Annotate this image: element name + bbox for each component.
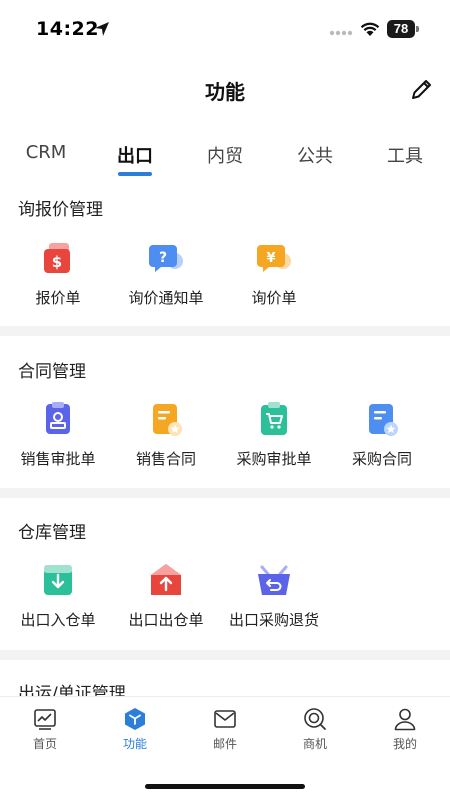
grid-label: 询价单 [251,289,297,307]
category-tabs: CRM 出口 内贸 公共 工具 [0,136,450,180]
active-tab-indicator [118,172,152,176]
chart-monitor-icon [34,709,56,730]
nav-item-home[interactable]: 首页 [0,707,90,757]
grid-label: 出口出仓单 [128,611,204,629]
return-basket-icon [258,565,290,595]
battery-cap [416,26,419,32]
arrow-down-box-icon [44,565,72,595]
nav-label: 邮件 [212,737,237,751]
nav-item-me[interactable]: 我的 [360,707,450,757]
tab-tools[interactable]: 工具 [382,142,428,168]
svg-text:$: $ [52,253,62,271]
dollar-doc-icon: $ [44,243,70,273]
tab-public[interactable]: 公共 [292,142,338,168]
grid-label: 销售审批单 [20,450,96,468]
section-title-warehouse: 仓库管理 [18,523,86,543]
nav-item-mail[interactable]: 邮件 [180,707,270,757]
grid-item-purchase-approval[interactable]: 采购审批单 [218,402,330,482]
page-title: 功能 [205,80,245,104]
grid-label: 询价通知单 [128,289,204,307]
nav-label: 首页 [32,737,57,751]
section-divider [0,488,450,498]
tab-crm[interactable]: CRM [22,142,70,163]
cellular-signal-icon [329,30,353,36]
status-time: 14:22 [36,18,99,40]
grid-item-purchase-return[interactable]: 出口采购退货 [218,563,330,643]
grid-item-purchase-contract[interactable]: 采购合同 [326,402,438,482]
mail-icon [214,710,236,728]
grid-item-inquiry-notice[interactable]: ? 询价通知单 [110,241,222,321]
section-divider [0,326,450,336]
nav-label: 商机 [302,737,327,751]
grid-label: 报价单 [35,289,81,307]
question-chat-icon: ? [149,245,183,272]
grid-label: 采购合同 [351,450,412,468]
arrow-up-house-icon [151,564,181,595]
location-arrow-icon [95,22,109,36]
nav-label: 我的 [392,737,417,751]
nav-label: 功能 [122,737,147,751]
tab-domestic-trade[interactable]: 内贸 [202,142,248,168]
page-header: 功能 [0,60,450,116]
svg-text:¥: ¥ [266,251,275,266]
grid-label: 采购审批单 [236,450,312,468]
edit-pencil-icon[interactable] [409,76,435,102]
user-icon [394,708,416,731]
contract-star-icon [153,404,182,436]
nav-item-opportunities[interactable]: 商机 [270,707,360,757]
svg-text:?: ? [159,250,167,266]
grid-label: 销售合同 [135,450,196,468]
grid-item-inquiry[interactable]: ¥ 询价单 [218,241,330,321]
section-divider [0,650,450,660]
grid-label: 出口入仓单 [20,611,96,629]
grid-item-sales-contract[interactable]: 销售合同 [110,402,222,482]
functions-cube-icon [125,708,145,730]
status-bar: 14:22 78 [0,0,450,54]
tab-export[interactable]: 出口 [112,142,158,168]
contract-star-icon [369,404,398,436]
yen-chat-icon: ¥ [257,245,291,272]
grid-item-sales-approval[interactable]: 销售审批单 [2,402,114,482]
nav-item-functions[interactable]: 功能 [90,707,180,757]
stamp-icon [46,402,70,434]
home-indicator [145,784,305,789]
grid-label: 出口采购退货 [228,611,319,629]
battery-indicator: 78 [387,20,415,38]
grid-item-warehouse-out[interactable]: 出口出仓单 [110,563,222,643]
grid-item-warehouse-in[interactable]: 出口入仓单 [2,563,114,643]
opportunity-search-icon [304,708,326,730]
cart-clipboard-icon [261,402,287,435]
wifi-icon [360,22,380,36]
grid-item-quote[interactable]: $ 报价单 [2,241,114,321]
section-title-inquiry-quote: 询报价管理 [18,200,103,220]
section-title-contract: 合同管理 [18,362,86,382]
